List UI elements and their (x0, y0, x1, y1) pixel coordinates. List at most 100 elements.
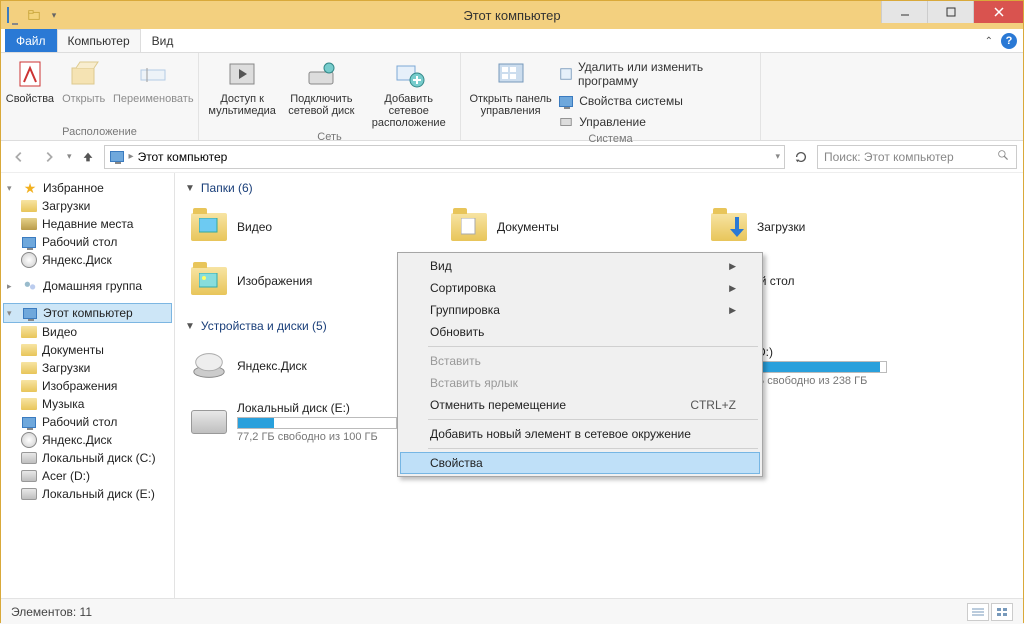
star-icon: ★ (22, 180, 38, 196)
cm-item-view[interactable]: Вид▶ (400, 255, 760, 277)
tree-music[interactable]: Музыка (3, 395, 172, 413)
pc-icon (22, 305, 38, 321)
tree-favorites[interactable]: ▾★Избранное (3, 179, 172, 197)
submenu-arrow-icon: ▶ (729, 261, 736, 272)
cm-item-undo-move[interactable]: Отменить перемещениеCTRL+Z (400, 394, 760, 416)
cm-item-group[interactable]: Группировка▶ (400, 299, 760, 321)
view-details-button[interactable] (967, 603, 989, 621)
tree-this-pc[interactable]: ▾Этот компьютер (3, 303, 172, 323)
navigation-tree[interactable]: ▾★Избранное Загрузки Недавние места Рабо… (1, 173, 175, 598)
media-access-icon (225, 57, 259, 91)
nav-forward-button[interactable] (37, 145, 61, 169)
context-menu: Вид▶ Сортировка▶ Группировка▶ Обновить В… (397, 252, 763, 477)
search-box[interactable]: Поиск: Этот компьютер (817, 145, 1017, 169)
tree-homegroup[interactable]: ▸Домашняя группа (3, 277, 172, 295)
tree-desktop[interactable]: Рабочий стол (3, 233, 172, 251)
maximize-button[interactable] (927, 1, 973, 23)
homegroup-icon (22, 278, 38, 294)
tree-recent[interactable]: Недавние места (3, 215, 172, 233)
breadcrumb-location[interactable]: Этот компьютер (138, 150, 228, 164)
cm-separator (428, 419, 758, 420)
tree-acer-d[interactable]: Acer (D:) (3, 467, 172, 485)
ribbon-media-access-button[interactable]: Доступ к мультимедиа (207, 57, 277, 129)
minimize-button[interactable] (881, 1, 927, 23)
nav-refresh-button[interactable] (791, 147, 811, 167)
ribbon-manage-item[interactable]: Управление (558, 113, 752, 131)
tab-view[interactable]: Вид (141, 29, 185, 52)
map-drive-icon (304, 57, 338, 91)
ribbon: Свойства Открыть Переименовать Расположе… (1, 53, 1023, 141)
sys-props-icon (558, 93, 574, 109)
rename-icon (136, 57, 170, 91)
nav-bar: ▾ ▸ Этот компьютер ▾ Поиск: Этот компьют… (1, 141, 1023, 173)
view-icons-button[interactable] (991, 603, 1013, 621)
ribbon-rename-button: Переименовать (113, 57, 193, 105)
folder-icon (21, 396, 37, 412)
breadcrumb[interactable]: ▸ Этот компьютер ▾ (104, 145, 785, 169)
cm-separator (428, 448, 758, 449)
tree-downloads[interactable]: Загрузки (3, 197, 172, 215)
desktop-icon (21, 234, 37, 250)
manage-icon (558, 114, 574, 130)
recent-icon (21, 216, 37, 232)
tree-desktop2[interactable]: Рабочий стол (3, 413, 172, 431)
tree-documents[interactable]: Документы (3, 341, 172, 359)
cm-item-properties[interactable]: Свойства (400, 452, 760, 474)
tree-local-e[interactable]: Локальный диск (E:) (3, 485, 172, 503)
cm-shortcut-label: CTRL+Z (690, 398, 736, 412)
folder-item-videos[interactable]: Видео (185, 203, 445, 251)
ribbon-group-location: Свойства Открыть Переименовать Расположе… (1, 53, 199, 140)
tab-computer[interactable]: Компьютер (57, 29, 141, 52)
search-placeholder: Поиск: Этот компьютер (824, 150, 954, 164)
drive-icon (21, 468, 37, 484)
breadcrumb-pc-icon (109, 149, 125, 165)
desktop-icon (21, 414, 37, 430)
ribbon-add-netloc-button[interactable]: Добавить сетевое расположение (365, 57, 452, 129)
close-button[interactable] (973, 1, 1023, 23)
tree-yadisk[interactable]: Яндекс.Диск (3, 251, 172, 269)
folder-item-downloads[interactable]: Загрузки (705, 203, 965, 251)
ribbon-collapse-icon[interactable]: ⌃ (985, 36, 993, 47)
cm-item-add-net-element[interactable]: Добавить новый элемент в сетевое окружен… (400, 423, 760, 445)
cm-item-sort[interactable]: Сортировка▶ (400, 277, 760, 299)
ribbon-control-panel-button[interactable]: Открыть панель управления (469, 57, 552, 131)
nav-back-button[interactable] (7, 145, 31, 169)
nav-up-button[interactable] (78, 147, 98, 167)
section-folders-header[interactable]: ▼Папки (6) (185, 181, 1013, 195)
folder-icon (21, 198, 37, 214)
ribbon-sys-props-item[interactable]: Свойства системы (558, 92, 752, 110)
tree-downloads2[interactable]: Загрузки (3, 359, 172, 377)
tab-file[interactable]: Файл (5, 29, 57, 52)
drive-icon (21, 450, 37, 466)
folder-icon (189, 207, 229, 247)
ribbon-uninstall-item[interactable]: Удалить или изменить программу (558, 59, 752, 89)
qat-new-folder-icon[interactable] (27, 8, 41, 22)
quick-access-toolbar: ▾ (7, 8, 61, 22)
submenu-arrow-icon: ▶ (729, 305, 736, 316)
uninstall-icon (558, 66, 573, 82)
tree-local-c[interactable]: Локальный диск (C:) (3, 449, 172, 467)
folder-icon (21, 378, 37, 394)
yadisk-icon (21, 432, 37, 448)
open-icon (67, 57, 101, 91)
tree-yadisk2[interactable]: Яндекс.Диск (3, 431, 172, 449)
cm-item-paste-shortcut: Вставить ярлык (400, 372, 760, 394)
tree-pictures[interactable]: Изображения (3, 377, 172, 395)
properties-icon (13, 57, 47, 91)
folder-item-documents[interactable]: Документы (445, 203, 705, 251)
usage-bar-d (757, 361, 887, 373)
help-icon[interactable]: ? (1001, 33, 1017, 49)
folder-icon (21, 360, 37, 376)
yadisk-icon (189, 346, 229, 386)
app-icon (7, 8, 21, 22)
breadcrumb-dropdown-icon[interactable]: ▾ (775, 151, 780, 162)
ribbon-properties-button[interactable]: Свойства (6, 57, 54, 105)
qat-dropdown-icon[interactable]: ▾ (47, 8, 61, 22)
folder-icon (189, 261, 229, 301)
cm-item-refresh[interactable]: Обновить (400, 321, 760, 343)
ribbon-map-drive-button[interactable]: Подключить сетевой диск (285, 57, 357, 129)
nav-history-dropdown[interactable]: ▾ (67, 151, 72, 162)
tree-videos[interactable]: Видео (3, 323, 172, 341)
search-icon (997, 149, 1010, 165)
add-netloc-icon (392, 57, 426, 91)
